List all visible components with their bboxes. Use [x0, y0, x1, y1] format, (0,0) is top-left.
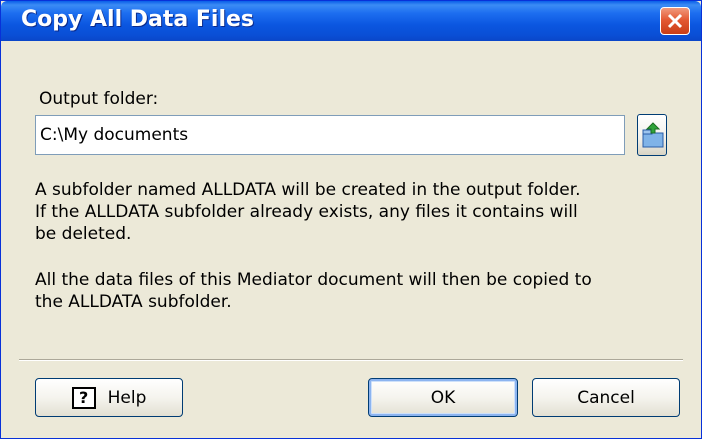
- description-line-4: All the data files of this Mediator docu…: [35, 270, 592, 290]
- footer-separator: [19, 359, 683, 361]
- window-title: Copy All Data Files: [21, 7, 255, 32]
- close-icon: [667, 13, 683, 29]
- cancel-button-label: Cancel: [577, 387, 635, 408]
- close-button[interactable]: [660, 7, 690, 35]
- output-folder-input[interactable]: [35, 115, 625, 155]
- output-folder-label: Output folder:: [39, 89, 159, 109]
- ok-button[interactable]: OK: [368, 378, 518, 417]
- description-line-3: be deleted.: [35, 224, 132, 244]
- help-button[interactable]: ? Help: [35, 378, 183, 417]
- folder-open-icon: [642, 122, 664, 148]
- help-icon-glyph: ?: [78, 387, 89, 407]
- ok-button-label: OK: [430, 387, 456, 408]
- description-line-5: the ALLDATA subfolder.: [35, 292, 232, 312]
- help-icon: ?: [71, 386, 96, 409]
- description-line-1: A subfolder named ALLDATA will be create…: [35, 180, 581, 200]
- description-line-2: If the ALLDATA subfolder already exists,…: [35, 202, 578, 222]
- title-bar[interactable]: Copy All Data Files: [1, 1, 701, 41]
- help-button-label: Help: [107, 387, 147, 408]
- browse-folder-button[interactable]: [637, 114, 667, 156]
- dialog-window: Copy All Data Files Output folder: A sub…: [0, 0, 702, 439]
- cancel-button[interactable]: Cancel: [532, 378, 680, 417]
